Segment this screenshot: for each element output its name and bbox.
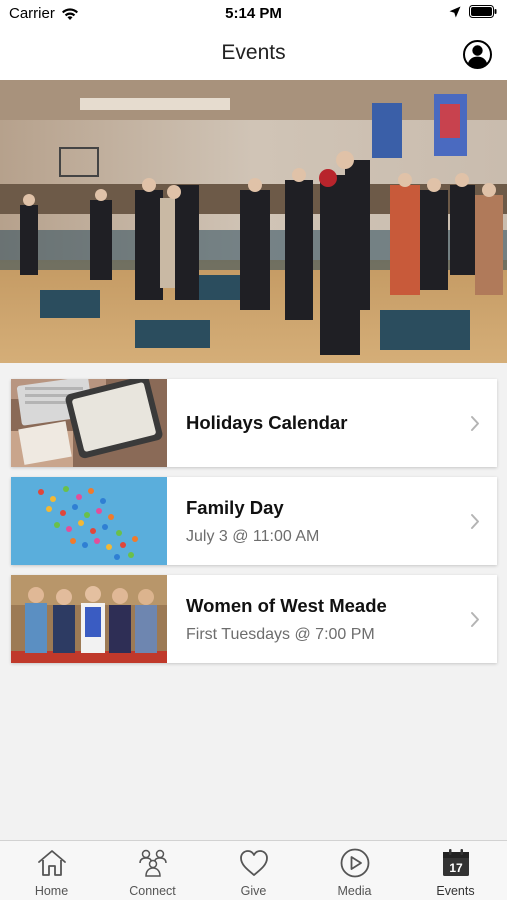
- calendar-day-number: 17: [449, 861, 463, 875]
- page-title: Events: [221, 41, 286, 64]
- heart-icon: [240, 850, 268, 876]
- event-text: Family Day July 3 @ 11:00 AM: [186, 477, 457, 565]
- event-subtitle: First Tuesdays @ 7:00 PM: [186, 625, 375, 643]
- tab-label: Home: [34, 884, 69, 898]
- play-icon: [340, 848, 370, 878]
- tab-label: Connect: [129, 884, 176, 898]
- home-icon: [38, 850, 66, 876]
- chevron-right-icon: [471, 514, 479, 529]
- chevron-right-icon: [471, 416, 479, 431]
- tab-media[interactable]: Media: [304, 841, 405, 900]
- status-right: [449, 5, 497, 18]
- tab-bar: Home Connect Give Media 17 Events: [0, 840, 507, 900]
- status-bar: Carrier 5:14 PM: [0, 0, 507, 28]
- profile-icon[interactable]: [463, 40, 492, 69]
- status-time: 5:14 PM: [225, 5, 282, 22]
- event-subtitle: July 3 @ 11:00 AM: [186, 527, 320, 545]
- event-card-women-of-west-meade[interactable]: Women of West Meade First Tuesdays @ 7:0…: [11, 575, 497, 663]
- tab-connect[interactable]: Connect: [102, 841, 203, 900]
- event-title: Holidays Calendar: [186, 412, 348, 433]
- people-icon: [139, 849, 167, 877]
- event-text: Women of West Meade First Tuesdays @ 7:0…: [186, 575, 457, 663]
- event-card-family-day[interactable]: Family Day July 3 @ 11:00 AM: [11, 477, 497, 565]
- tab-home[interactable]: Home: [1, 841, 102, 900]
- chevron-right-icon: [471, 612, 479, 627]
- event-title: Women of West Meade: [186, 594, 387, 616]
- event-text: Holidays Calendar: [186, 379, 457, 467]
- navigation-bar: Events: [0, 28, 507, 80]
- event-card-holidays-calendar[interactable]: Holidays Calendar: [11, 379, 497, 467]
- tab-events[interactable]: 17 Events: [405, 841, 506, 900]
- tab-label: Media: [337, 884, 372, 898]
- event-thumbnail: [11, 379, 167, 467]
- tab-give[interactable]: Give: [203, 841, 304, 900]
- location-arrow-icon: [449, 6, 461, 17]
- battery-icon: [469, 5, 497, 18]
- hero-image: [0, 80, 507, 363]
- calendar-icon: 17: [443, 849, 469, 876]
- event-thumbnail: [11, 575, 167, 663]
- tab-label: Give: [240, 884, 267, 898]
- event-title: Family Day: [186, 496, 284, 518]
- tab-label: Events: [436, 884, 475, 898]
- event-thumbnail: [11, 477, 167, 565]
